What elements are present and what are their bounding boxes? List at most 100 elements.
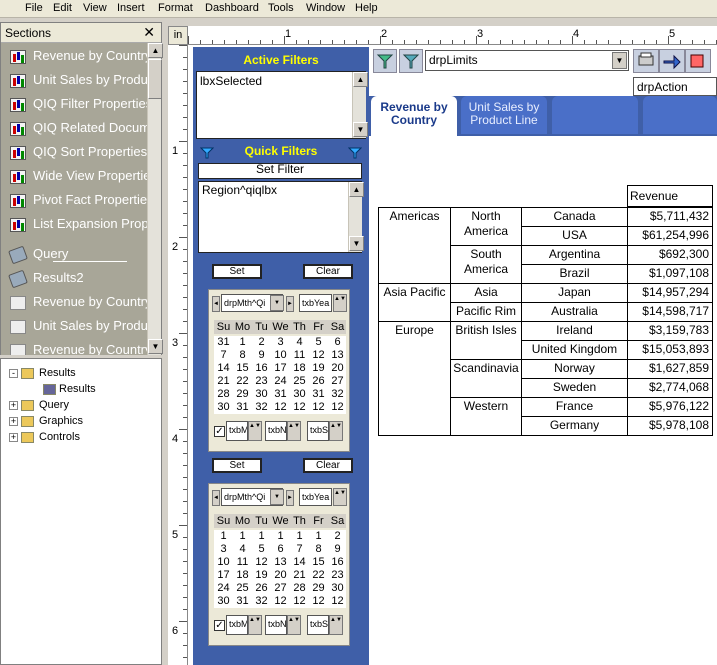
set-button[interactable]: Set [212,264,262,279]
day-cell[interactable]: 21 [214,375,233,387]
sections-scrollbar[interactable]: ▲ ▼ [147,43,163,355]
day-cell[interactable]: 6 [271,543,290,555]
expand-icon[interactable]: + [9,433,18,442]
day-cell[interactable]: 13 [271,556,290,568]
day-cell[interactable]: 3 [271,336,290,348]
day-cell[interactable]: 21 [290,569,309,581]
set-filter-button[interactable]: Set Filter [198,163,362,179]
scroll-up-icon[interactable]: ▲ [349,182,364,197]
day-cell[interactable]: 32 [252,401,271,413]
clear-button[interactable]: Clear [303,458,353,473]
day-cell[interactable]: 1 [290,530,309,542]
section-item[interactable]: QIQ Related Documents [1,117,147,141]
menu-item-format[interactable]: Format [158,2,193,14]
tab-3[interactable] [552,96,638,134]
day-cell[interactable]: 25 [233,582,252,594]
tab-1[interactable]: Revenue by Country [371,96,457,136]
limits-dropdown[interactable]: drpLimits ▼ [425,50,629,71]
day-cell[interactable]: 31 [233,401,252,413]
print-button[interactable] [633,49,659,73]
chevron-left-icon[interactable]: ◄ [212,296,220,312]
scroll-up-icon[interactable]: ▲ [148,43,163,58]
day-cell[interactable]: 5 [252,543,271,555]
checkbox[interactable]: ✓ [214,620,225,631]
time-spinner[interactable]: ▲▼ [329,615,343,635]
day-cell[interactable]: 11 [233,556,252,568]
clear-button[interactable]: Clear [303,264,353,279]
menu-item-view[interactable]: View [83,2,107,14]
day-cell[interactable]: 15 [233,362,252,374]
day-cell[interactable]: 14 [290,556,309,568]
filter-options-button[interactable] [399,49,423,73]
year-spinner[interactable]: ▲▼ [333,294,347,312]
chevron-left-icon[interactable]: ◄ [212,490,220,506]
time-input[interactable]: txbN [265,615,287,635]
day-cell[interactable]: 26 [309,375,328,387]
section-item[interactable]: Revenue by Country [1,339,147,355]
day-cell[interactable]: 30 [290,388,309,400]
day-cell[interactable]: 29 [233,388,252,400]
day-cell[interactable]: 10 [214,556,233,568]
day-cell[interactable]: 3 [214,543,233,555]
day-cell[interactable]: 28 [214,388,233,400]
filter-toolbar-button[interactable] [373,49,397,73]
day-cell[interactable]: 31 [271,388,290,400]
close-icon[interactable]: ✕ [143,24,155,41]
quick-filter-scrollbar[interactable]: ▲ ▼ [348,182,364,252]
day-cell[interactable]: 22 [309,569,328,581]
time-input[interactable]: txbS [307,615,329,635]
tree-node-query[interactable]: Query [39,399,69,411]
time-spinner[interactable]: ▲▼ [248,421,262,441]
day-cell[interactable]: 16 [328,556,347,568]
chevron-right-icon[interactable]: ► [286,490,294,506]
chevron-down-icon[interactable]: ▼ [270,295,284,311]
day-cell[interactable]: 5 [309,336,328,348]
day-cell[interactable]: 22 [233,375,252,387]
section-item[interactable]: Wide View Properties [1,165,147,189]
day-cell[interactable]: 20 [271,569,290,581]
section-item[interactable]: Pivot Fact Properties [1,189,147,213]
day-cell[interactable]: 30 [214,595,233,607]
day-cell[interactable]: 2 [252,336,271,348]
time-input[interactable]: txbM [226,615,248,635]
day-cell[interactable]: 7 [214,349,233,361]
tree-node-results[interactable]: Results [59,383,96,395]
section-item[interactable]: Results2 [1,267,147,291]
day-cell[interactable]: 16 [252,362,271,374]
day-cell[interactable]: 1 [233,336,252,348]
menu-item-edit[interactable]: Edit [53,2,72,14]
day-cell[interactable]: 13 [328,349,347,361]
menu-item-dashboard[interactable]: Dashboard [205,2,259,14]
year-input[interactable]: txbYea [299,488,332,506]
day-cell[interactable]: 12 [271,595,290,607]
day-cell[interactable]: 17 [271,362,290,374]
day-cell[interactable]: 12 [309,349,328,361]
section-item[interactable]: Unit Sales by Product Line [1,315,147,339]
section-item[interactable]: List Expansion Properties [1,213,147,237]
day-cell[interactable]: 2 [328,530,347,542]
scroll-down-icon[interactable]: ▼ [148,339,163,354]
section-item[interactable]: Revenue by Country [1,45,147,69]
day-cell[interactable]: 30 [214,401,233,413]
day-cell[interactable]: 8 [233,349,252,361]
day-cell[interactable]: 23 [252,375,271,387]
set-button[interactable]: Set [212,458,262,473]
day-cell[interactable]: 14 [214,362,233,374]
day-cell[interactable]: 1 [252,530,271,542]
day-cell[interactable]: 11 [290,349,309,361]
day-cell[interactable]: 15 [309,556,328,568]
menu-item-window[interactable]: Window [306,2,345,14]
day-cell[interactable]: 25 [290,375,309,387]
section-item[interactable]: QIQ Filter Properties [1,93,147,117]
collapse-icon[interactable]: - [9,369,18,378]
active-filter-item[interactable]: lbxSelected [200,74,262,88]
time-spinner[interactable]: ▲▼ [287,615,301,635]
day-cell[interactable]: 31 [233,595,252,607]
tree-node-controls[interactable]: Controls [39,431,80,443]
tree-node-graphics[interactable]: Graphics [39,415,83,427]
expand-icon[interactable]: + [9,417,18,426]
time-spinner[interactable]: ▲▼ [287,421,301,441]
day-cell[interactable]: 10 [271,349,290,361]
day-cell[interactable]: 9 [328,543,347,555]
day-cell[interactable]: 24 [271,375,290,387]
